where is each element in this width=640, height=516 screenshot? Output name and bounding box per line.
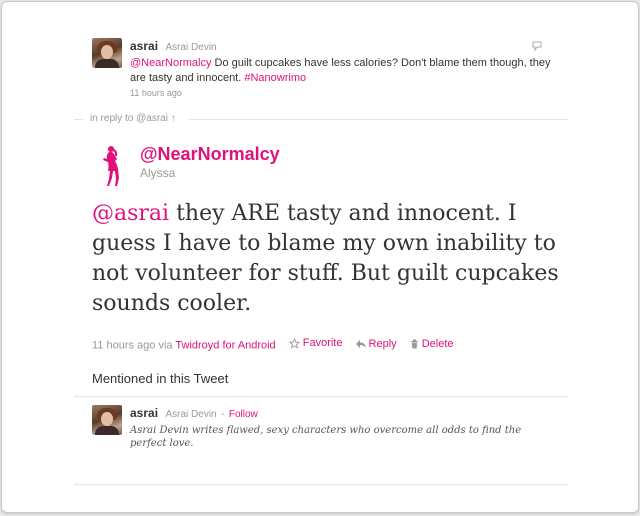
in-reply-to[interactable]: in reply to @asrai ↑ <box>90 113 176 124</box>
reply-arrow-icon <box>355 339 366 348</box>
main-full-name: Alyssa <box>140 166 176 180</box>
delete-button[interactable]: Delete <box>410 338 454 350</box>
via-label: via <box>158 339 173 352</box>
separator: - <box>221 409 225 420</box>
star-icon <box>288 337 300 349</box>
reply-label: Reply <box>368 337 397 350</box>
parent-mention-link[interactable]: @NearNormalcy <box>130 57 211 69</box>
via-app-link[interactable]: Twidroyd for Android <box>175 340 275 352</box>
parent-full-name: Asrai Devin <box>165 42 217 53</box>
divider <box>74 484 568 485</box>
in-reply-to-text: in reply to @asrai <box>90 113 168 124</box>
speech-bubble-icon[interactable] <box>532 38 542 52</box>
parent-timestamp[interactable]: 11 hours ago <box>130 88 560 98</box>
favorite-button[interactable]: Favorite <box>288 337 343 349</box>
avatar[interactable] <box>92 38 122 68</box>
parent-tweet-text: @NearNormalcy Do guilt cupcakes have les… <box>130 56 560 86</box>
user-bio: Asrai Devin writes flawed, sexy characte… <box>130 425 522 449</box>
mentioned-screen-name[interactable]: asrai <box>130 406 158 420</box>
divider <box>74 119 84 120</box>
divider <box>188 119 568 120</box>
main-timestamp[interactable]: 11 hours ago <box>92 340 155 352</box>
main-mention-link[interactable]: @asrai <box>92 201 169 226</box>
avatar[interactable] <box>92 405 122 435</box>
mentioned-full-name: Asrai Devin <box>165 409 217 420</box>
parent-screen-name[interactable]: asrai <box>130 39 158 53</box>
divider <box>74 396 568 397</box>
reply-button[interactable]: Reply <box>355 337 397 350</box>
favorite-label: Favorite <box>302 337 343 349</box>
tweet-meta: 11 hours ago via Twidroyd for Android Fa… <box>92 337 454 352</box>
delete-label: Delete <box>421 337 454 350</box>
follow-button[interactable]: Follow <box>229 409 258 420</box>
pink-silhouette-icon[interactable] <box>100 145 134 192</box>
up-arrow-icon: ↑ <box>170 113 176 124</box>
main-screen-name[interactable]: @NearNormalcy <box>140 144 280 165</box>
main-tweet-text: @asrai they ARE tasty and innocent. I gu… <box>92 199 562 319</box>
mentioned-heading: Mentioned in this Tweet <box>92 371 229 386</box>
trash-icon <box>410 339 418 348</box>
tweet-card: asrai Asrai Devin @NearNormalcy Do guilt… <box>1 1 639 513</box>
hashtag-link[interactable]: #Nanowrimo <box>244 72 306 84</box>
